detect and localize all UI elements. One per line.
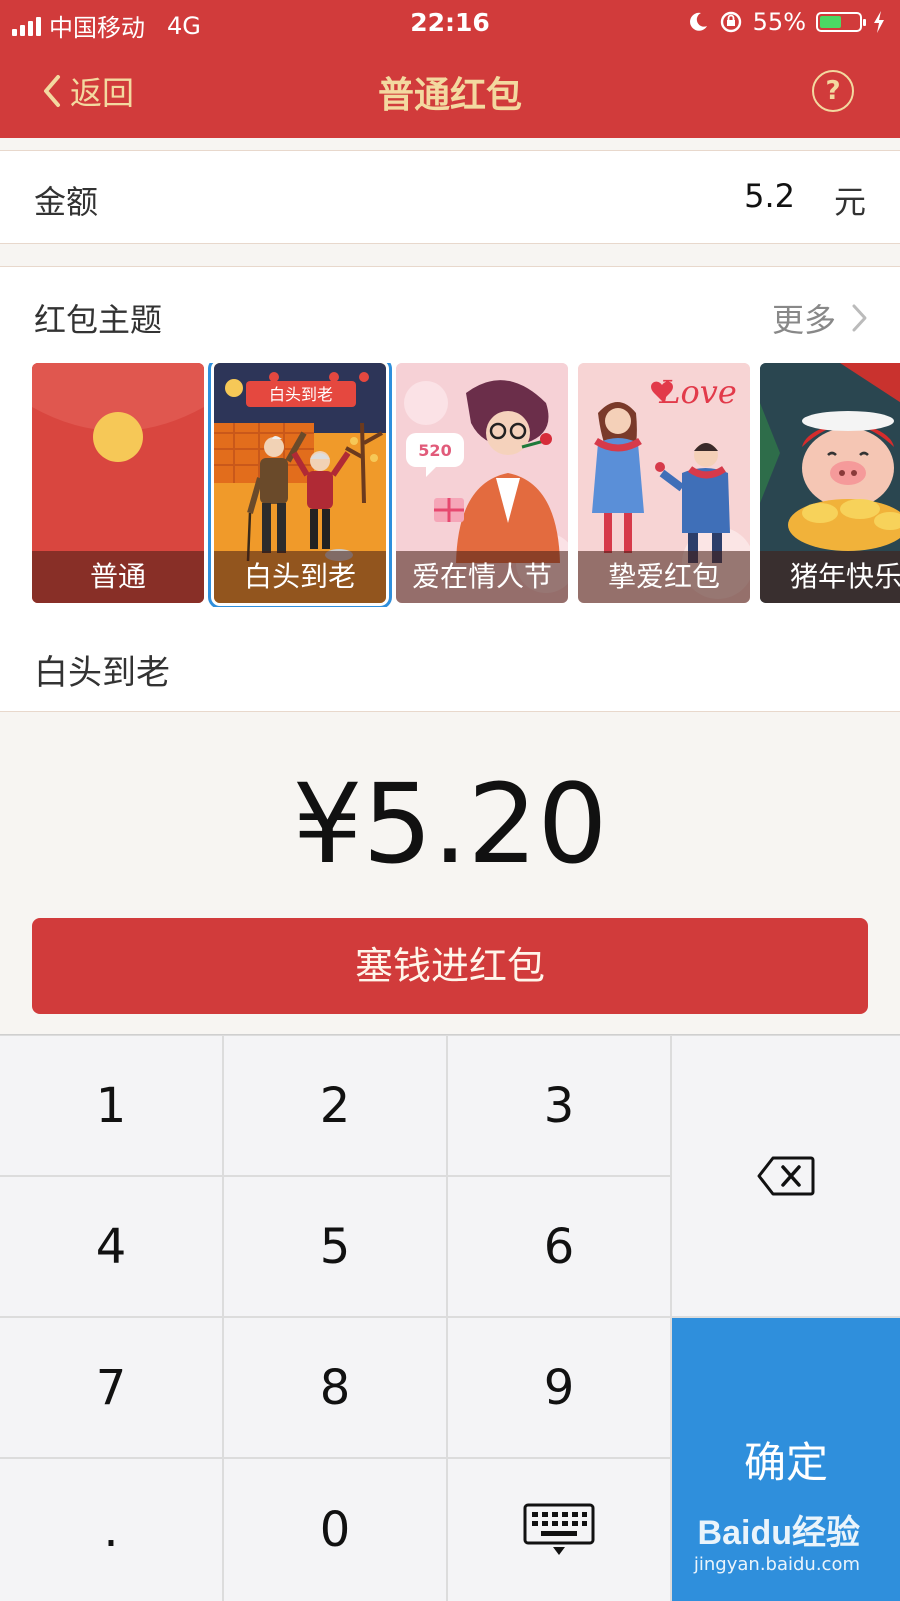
baidu-watermark: Baidu经验 jingyan.baidu.com: [694, 1505, 860, 1575]
theme-section: 红包主题 更多 普通 白头到老 白头到老 520 爱在情人节 Love 挚爱红包…: [0, 266, 900, 618]
submit-button[interactable]: 塞钱进红包: [32, 918, 868, 1014]
page-title: 普通红包: [377, 75, 522, 116]
watermark-url: jingyan.baidu.com: [693, 1554, 860, 1575]
card3-badge-text: 520: [418, 441, 451, 460]
theme-card-pig-year[interactable]: 猪年快乐: [760, 363, 900, 603]
battery-icon: [816, 12, 866, 32]
display-amount: ¥5.20: [292, 760, 608, 888]
charging-icon: [874, 11, 884, 33]
watermark-logo: Baidu经验: [697, 1514, 860, 1552]
theme-card-label: 猪年快乐: [760, 551, 900, 603]
card2-banner-text: 白头到老: [269, 385, 333, 404]
status-bar: 中国移动 4G 22:16 55%: [0, 0, 900, 46]
key-7[interactable]: 7: [0, 1318, 222, 1457]
delete-button[interactable]: [672, 1036, 900, 1316]
key-3[interactable]: 3: [448, 1036, 670, 1175]
moon-icon: [689, 12, 707, 31]
amount-input[interactable]: 5.2: [744, 177, 795, 215]
key-5[interactable]: 5: [224, 1177, 446, 1316]
key-2[interactable]: 2: [224, 1036, 446, 1175]
top-bar: 中国移动 4G 22:16 55% 返回 普通红包 ?: [0, 0, 900, 138]
theme-card-baitoudaolao[interactable]: 白头到老 白头到老: [208, 363, 392, 607]
key-8[interactable]: 8: [224, 1318, 446, 1457]
more-themes-button[interactable]: 更多: [772, 295, 870, 341]
key-6[interactable]: 6: [448, 1177, 670, 1316]
theme-card-label: 白头到老: [214, 551, 386, 603]
chevron-right-icon: [852, 304, 867, 332]
key-1[interactable]: 1: [0, 1036, 222, 1175]
help-button[interactable]: ?: [812, 70, 854, 112]
amount-row[interactable]: 金额 5.2 元: [0, 150, 900, 244]
backspace-icon: [757, 1156, 815, 1196]
battery-percent: 55%: [752, 8, 806, 36]
question-circle-icon: ?: [825, 76, 841, 106]
status-right: 55%: [687, 8, 886, 36]
theme-label: 红包主题: [34, 301, 163, 339]
key-9[interactable]: 9: [448, 1318, 670, 1457]
theme-card-beloved[interactable]: Love 挚爱红包: [578, 363, 750, 603]
nav-bar: 返回 普通红包 ?: [0, 46, 900, 138]
key-4[interactable]: 4: [0, 1177, 222, 1316]
key-0[interactable]: 0: [224, 1459, 446, 1601]
key-dot[interactable]: .: [0, 1459, 222, 1601]
selected-theme-row: 白头到老: [0, 617, 900, 712]
hide-keyboard-button[interactable]: [448, 1459, 670, 1601]
theme-carousel[interactable]: 普通 白头到老 白头到老 520 爱在情人节 Love 挚爱红包 猪年快乐: [32, 363, 900, 607]
keyboard-hide-icon: [523, 1503, 595, 1555]
amount-label: 金额: [34, 183, 99, 221]
theme-card-valentine[interactable]: 520 爱在情人节: [396, 363, 568, 603]
theme-card-plain[interactable]: 普通: [32, 363, 204, 603]
more-label: 更多: [771, 301, 836, 339]
theme-card-label: 爱在情人节: [396, 551, 568, 603]
selected-theme-label: 白头到老: [34, 653, 170, 693]
theme-card-label: 普通: [32, 551, 204, 603]
numeric-keypad: 1 2 3 4 5 6 7 8 9 . 0 确定 Baidu经验 jingyan…: [0, 1034, 900, 1601]
amount-unit: 元: [833, 183, 866, 221]
rotation-lock-icon: [720, 11, 741, 33]
theme-card-label: 挚爱红包: [578, 551, 750, 603]
